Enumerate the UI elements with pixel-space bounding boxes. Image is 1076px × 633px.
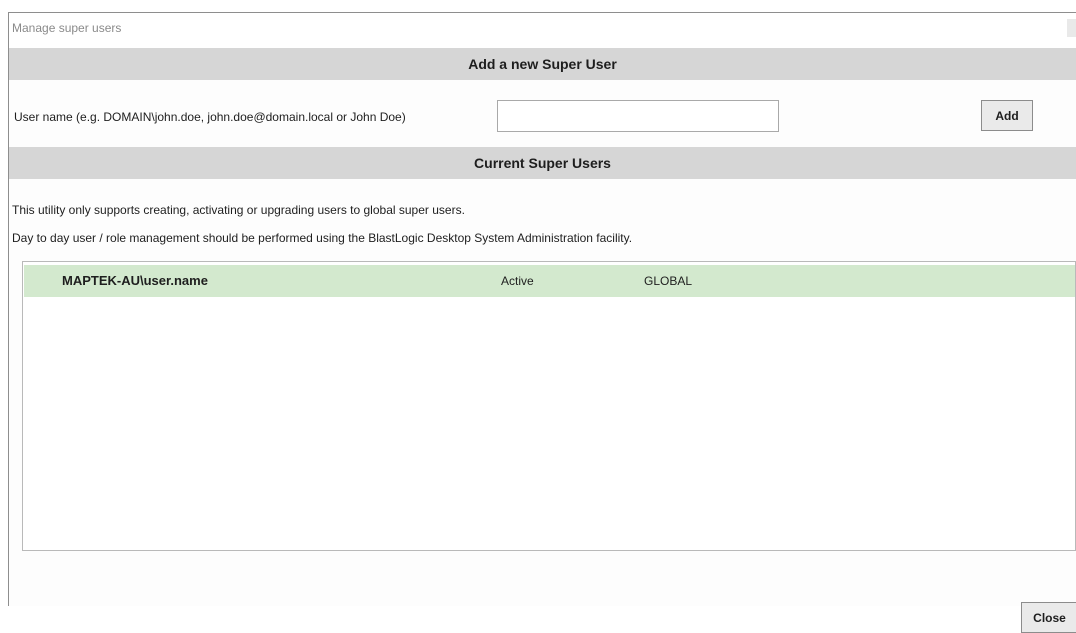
- manage-super-users-window: Manage super users Add a new Super User …: [8, 12, 1076, 633]
- add-button[interactable]: Add: [981, 100, 1033, 131]
- info-text-line-2: Day to day user / role management should…: [12, 231, 633, 245]
- user-status-cell: Active: [501, 274, 534, 288]
- window-title: Manage super users: [12, 21, 122, 35]
- add-super-user-header: Add a new Super User: [9, 48, 1076, 80]
- username-label: User name (e.g. DOMAIN\john.doe, john.do…: [14, 110, 406, 124]
- title-bar: Manage super users: [9, 13, 1076, 48]
- super-users-list[interactable]: MAPTEK-AU\user.name Active GLOBAL: [22, 261, 1076, 551]
- current-super-users-header: Current Super Users: [9, 147, 1076, 179]
- close-button[interactable]: Close: [1021, 602, 1076, 633]
- username-input[interactable]: [497, 100, 779, 132]
- user-scope-cell: GLOBAL: [644, 274, 693, 288]
- window-control-button[interactable]: [1067, 19, 1076, 37]
- user-name-cell: MAPTEK-AU\user.name: [62, 273, 208, 288]
- list-item[interactable]: MAPTEK-AU\user.name Active GLOBAL: [24, 265, 1075, 297]
- info-text-line-1: This utility only supports creating, act…: [12, 203, 465, 217]
